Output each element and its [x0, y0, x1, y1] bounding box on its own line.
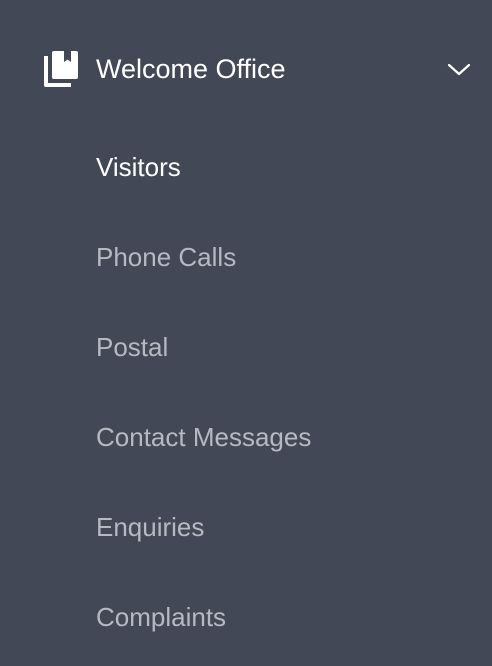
sidebar-item-phone-calls[interactable]: Phone Calls — [0, 212, 492, 302]
sidebar-item-visitors[interactable]: Visitors — [0, 122, 492, 212]
sidebar-item-complaints[interactable]: Complaints — [0, 572, 492, 662]
sidebar-item-label: Phone Calls — [96, 242, 237, 272]
section-title: Welcome Office — [96, 54, 286, 84]
sidebar-item-contact-messages[interactable]: Contact Messages — [0, 392, 492, 482]
section-header-welcome-office[interactable]: Welcome Office — [0, 24, 492, 114]
sidebar-item-label: Visitors — [96, 152, 181, 182]
sidebar-item-label: Enquiries — [96, 512, 205, 542]
chevron-down-icon[interactable] — [446, 58, 472, 80]
sidebar-item-label: Postal — [96, 332, 169, 362]
sidebar-item-label: Complaints — [96, 602, 227, 632]
welcome-office-menu: Visitors Phone Calls Postal Contact Mess… — [0, 122, 492, 662]
book-icon — [42, 49, 80, 89]
sidebar-item-enquiries[interactable]: Enquiries — [0, 482, 492, 572]
sidebar-item-postal[interactable]: Postal — [0, 302, 492, 392]
sidebar: Welcome Office Visitors Phone Calls Post… — [0, 0, 492, 666]
sidebar-item-label: Contact Messages — [96, 422, 312, 452]
